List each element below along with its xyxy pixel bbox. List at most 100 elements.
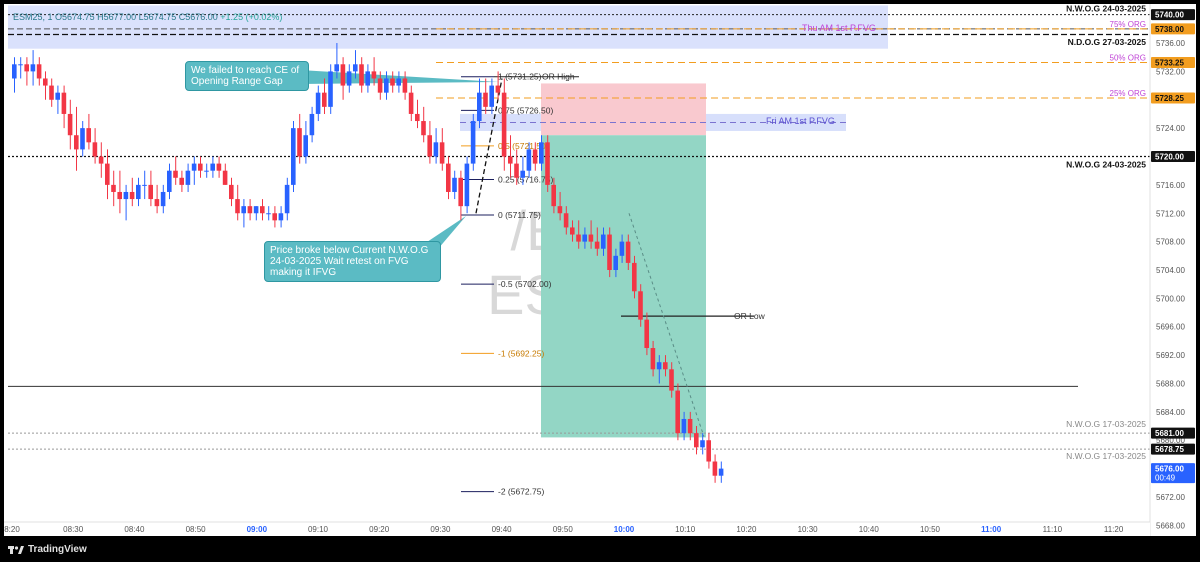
candle-body-41 <box>266 213 271 215</box>
candle-body-92 <box>582 234 587 242</box>
tradingview-brand: TradingView <box>28 544 87 555</box>
level-label-0: N.W.O.G 24-03-2025 <box>1066 4 1146 14</box>
candle-body-110 <box>694 433 699 448</box>
ticker-low: L5674.75 <box>138 12 177 22</box>
ticker-open: O5674.75 <box>55 12 95 22</box>
candle-body-53 <box>340 64 346 86</box>
time-tick-2: 08:40 <box>124 525 145 534</box>
candle-body-12 <box>86 128 91 143</box>
candle-body-97 <box>613 255 618 270</box>
level-label-7: N.W.O.G 17-03-2025 <box>1066 451 1146 461</box>
level-label-1: N.D.O.G 27-03-2025 <box>1068 37 1147 47</box>
candle-body-112 <box>706 440 711 462</box>
chart-panel[interactable]: /ES1!ESM251 (5731.25)0.75 (5726.50)0.5 (… <box>4 4 1196 536</box>
candle-body-44 <box>284 184 290 214</box>
price-tag-4: 5720.00 <box>1155 153 1184 162</box>
time-tick-6: 09:20 <box>369 525 390 534</box>
price-tick-8: 5700.00 <box>1156 294 1185 303</box>
candle-body-2 <box>24 64 29 72</box>
candle-body-102 <box>644 319 649 349</box>
candle-body-111 <box>700 440 705 448</box>
ticker-change: +1.25 (+0.02%) <box>220 12 283 22</box>
candle-body-82 <box>520 170 525 178</box>
time-tick-11: 10:10 <box>675 525 696 534</box>
time-tick-10: 10:00 <box>614 525 635 534</box>
price-tag-2: 5733.25 <box>1155 59 1184 68</box>
candle-body-106 <box>669 369 674 391</box>
candle-body-107 <box>675 390 680 434</box>
candle-body-1 <box>18 64 23 66</box>
candle-body-95 <box>601 234 606 249</box>
candle-body-4 <box>36 64 42 79</box>
candle-body-75 <box>477 92 482 122</box>
ticker-line: ESM25, 1 O5674.75 H5677.00 L5674.75 C567… <box>13 12 282 22</box>
price-tick-12: 5716.00 <box>1156 181 1185 190</box>
candle-body-19 <box>129 191 135 200</box>
candle-body-66 <box>421 121 426 136</box>
time-tick-9: 09:50 <box>553 525 574 534</box>
candle-body-21 <box>142 184 147 186</box>
candle-body-81 <box>514 163 519 178</box>
candle-body-63 <box>402 78 408 93</box>
candle-body-54 <box>346 71 352 86</box>
price-tick-5: 5688.00 <box>1156 379 1185 388</box>
level-label-5: N.W.O.G 24-03-2025 <box>1066 160 1146 170</box>
candle-body-89 <box>563 213 569 228</box>
candle-body-22 <box>148 184 153 200</box>
candle-body-24 <box>160 191 166 207</box>
candle-body-104 <box>656 362 662 370</box>
candle-body-69 <box>439 142 445 164</box>
time-axis <box>4 522 1150 536</box>
price-tick-6: 5692.00 <box>1156 351 1185 360</box>
price-tag-6: 5678.75 <box>1155 445 1184 454</box>
time-tick-0: 8:20 <box>4 525 20 534</box>
note-nwog[interactable]: Price broke below Current N.W.O.G 24-03-… <box>264 241 441 282</box>
candle-body-84 <box>532 149 538 164</box>
candle-body-65 <box>415 113 420 122</box>
thu-fvg-label: Thu AM 1st P.FVG <box>802 23 876 33</box>
candle-body-30 <box>198 163 203 171</box>
candle-body-50 <box>322 92 327 107</box>
candle-body-7 <box>55 92 60 100</box>
candle-body-64 <box>408 92 414 114</box>
candle-body-36 <box>235 199 240 214</box>
or-high-label: OR High <box>542 72 575 82</box>
candle-body-70 <box>446 163 451 192</box>
candle-body-35 <box>229 184 234 200</box>
time-tick-7: 09:30 <box>430 525 451 534</box>
ticker-high: H5677.00 <box>97 12 137 22</box>
candle-body-72 <box>458 177 463 207</box>
candle-body-78 <box>495 85 501 93</box>
candle-body-59 <box>377 78 383 93</box>
level-label-4: 25% ORG <box>1110 89 1146 98</box>
candle-body-34 <box>222 170 228 185</box>
candle-body-47 <box>303 135 308 157</box>
candle-body-74 <box>470 121 476 164</box>
candle-body-10 <box>74 135 79 150</box>
candle-body-17 <box>117 191 122 200</box>
candle-body-27 <box>179 177 184 185</box>
price-tick-10: 5708.00 <box>1156 238 1185 247</box>
candle-body-96 <box>607 234 612 270</box>
tradingview-logo[interactable]: TradingView <box>8 544 87 555</box>
candle-body-105 <box>663 362 668 370</box>
candle-body-3 <box>30 64 36 72</box>
time-tick-3: 08:50 <box>186 525 207 534</box>
candle-body-46 <box>297 128 302 157</box>
note-ce[interactable]: We failed to reach CE of Opening Range G… <box>185 61 309 91</box>
candle-body-16 <box>111 184 116 192</box>
candle-body-113 <box>712 461 718 476</box>
candle-body-18 <box>123 191 129 200</box>
candle-body-23 <box>154 199 160 207</box>
candle-body-93 <box>588 234 594 242</box>
price-chart[interactable]: /ES1!ESM251 (5731.25)0.75 (5726.50)0.5 (… <box>4 4 1196 536</box>
candle-body-43 <box>278 213 284 221</box>
candle-body-11 <box>80 128 85 150</box>
chart-window: /ES1!ESM251 (5731.25)0.75 (5726.50)0.5 (… <box>0 0 1200 562</box>
candle-body-114 <box>718 468 724 476</box>
candle-body-48 <box>309 113 315 136</box>
time-tick-18: 11:20 <box>1104 525 1124 534</box>
candle-body-86 <box>545 142 550 185</box>
level-label-2: 75% ORG <box>1110 20 1146 29</box>
time-tick-16: 11:00 <box>981 525 1002 534</box>
